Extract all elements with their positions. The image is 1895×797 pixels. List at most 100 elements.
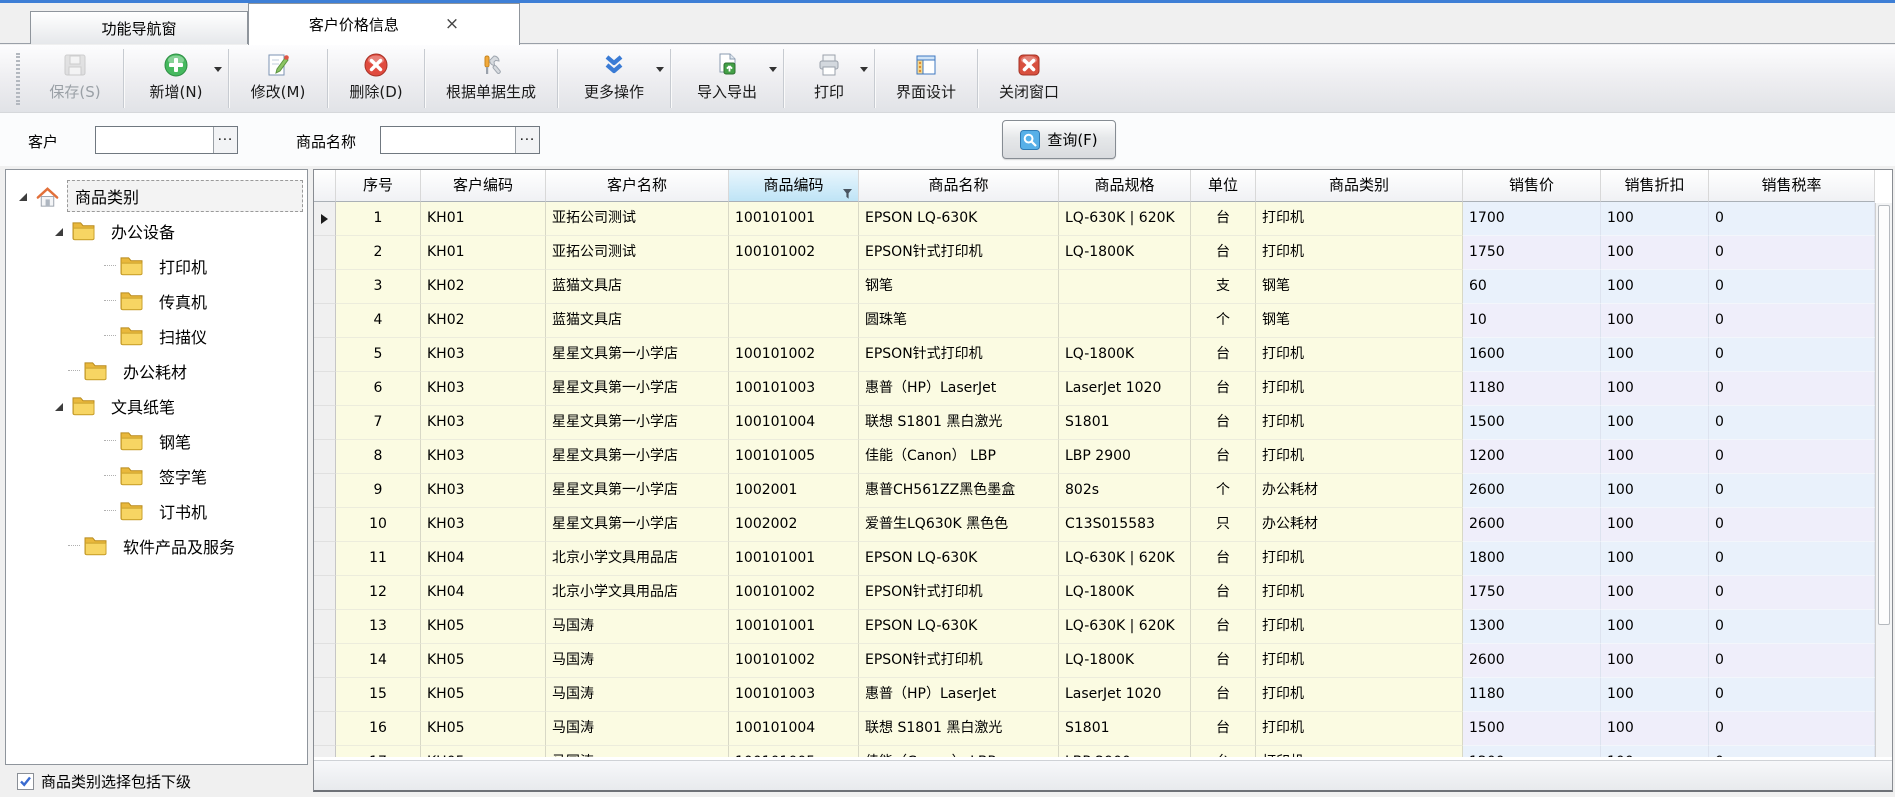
cell-销售价[interactable]: 1750 [1463, 236, 1601, 270]
cell-商品规格[interactable]: S1801 [1059, 712, 1191, 746]
cell-商品类别[interactable]: 打印机 [1256, 576, 1463, 610]
cell-商品名称[interactable]: 钢笔 [859, 270, 1059, 304]
column-header-销售价[interactable]: 销售价 [1463, 170, 1601, 202]
column-header-客户名称[interactable]: 客户名称 [546, 170, 729, 202]
cell-商品类别[interactable]: 打印机 [1256, 338, 1463, 372]
cell-客户编码[interactable]: KH02 [421, 270, 546, 304]
cell-客户名称[interactable]: 北京小学文具用品店 [546, 576, 729, 610]
cell-单位[interactable]: 台 [1191, 576, 1256, 610]
cell-销售价[interactable]: 1300 [1463, 610, 1601, 644]
row-selector-cell[interactable] [314, 644, 336, 678]
row-selector-cell[interactable] [314, 304, 336, 338]
cell-单位[interactable]: 支 [1191, 270, 1256, 304]
cell-单位[interactable]: 台 [1191, 542, 1256, 576]
cell-销售价[interactable]: 1500 [1463, 712, 1601, 746]
table-row[interactable]: 3KH02蓝猫文具店钢笔支钢笔601000 [314, 270, 1875, 304]
cell-单位[interactable]: 台 [1191, 406, 1256, 440]
cell-客户编码[interactable]: KH05 [421, 610, 546, 644]
table-row[interactable]: 5KH03星星文具第一小学店100101002EPSON针式打印机LQ-1800… [314, 338, 1875, 372]
cell-客户名称[interactable]: 马国涛 [546, 746, 729, 757]
cell-客户名称[interactable]: 星星文具第一小学店 [546, 440, 729, 474]
cell-商品编码[interactable]: 100101004 [729, 406, 859, 440]
cell-客户编码[interactable]: KH04 [421, 542, 546, 576]
cell-商品编码[interactable]: 100101002 [729, 338, 859, 372]
cell-销售价[interactable]: 2600 [1463, 474, 1601, 508]
cell-商品规格[interactable]: LBP 2900 [1059, 746, 1191, 757]
cell-销售价[interactable]: 1600 [1463, 338, 1601, 372]
cell-商品名称[interactable]: 联想 S1801 黑白激光 [859, 712, 1059, 746]
vertical-scrollbar[interactable] [1875, 203, 1892, 757]
product-name-input[interactable] [381, 127, 515, 153]
cell-销售折扣[interactable]: 100 [1601, 474, 1709, 508]
cell-单位[interactable]: 台 [1191, 338, 1256, 372]
cell-客户编码[interactable]: KH05 [421, 712, 546, 746]
cell-商品编码[interactable]: 1002001 [729, 474, 859, 508]
cell-商品规格[interactable]: C13S015583 [1059, 508, 1191, 542]
table-row[interactable]: 12KH04北京小学文具用品店100101002EPSON针式打印机LQ-180… [314, 576, 1875, 610]
chevron-down-icon[interactable] [656, 67, 664, 72]
tree-item-钢笔[interactable]: 钢笔 [86, 423, 307, 458]
cell-销售税率[interactable]: 0 [1709, 508, 1875, 542]
row-selector-cell[interactable] [314, 440, 336, 474]
row-selector-cell[interactable] [314, 202, 336, 236]
cell-序号[interactable]: 4 [336, 304, 421, 338]
tree-item-订书机[interactable]: 订书机 [86, 493, 307, 528]
filter-funnel-icon[interactable] [842, 180, 853, 202]
cell-销售折扣[interactable]: 100 [1601, 372, 1709, 406]
cell-客户名称[interactable]: 蓝猫文具店 [546, 270, 729, 304]
customer-ellipsis-button[interactable]: ... [213, 127, 237, 153]
cell-客户名称[interactable]: 蓝猫文具店 [546, 304, 729, 338]
row-selector-cell[interactable] [314, 236, 336, 270]
cell-序号[interactable]: 6 [336, 372, 421, 406]
table-row[interactable]: 15KH05马国涛100101003惠普（HP）LaserJetLaserJet… [314, 678, 1875, 712]
cell-商品类别[interactable]: 打印机 [1256, 236, 1463, 270]
column-header-单位[interactable]: 单位 [1191, 170, 1256, 202]
cell-商品编码[interactable]: 100101005 [729, 746, 859, 757]
cell-客户编码[interactable]: KH05 [421, 746, 546, 757]
toolbar-button-generate-from-doc[interactable]: 根据单据生成 [426, 45, 556, 112]
column-header-商品类别[interactable]: 商品类别 [1256, 170, 1463, 202]
tab-customer-price-info[interactable]: 客户价格信息 × [248, 3, 520, 45]
column-header-商品编码[interactable]: 商品编码 [729, 170, 859, 202]
table-row[interactable]: 14KH05马国涛100101002EPSON针式打印机LQ-1800K台打印机… [314, 644, 1875, 678]
cell-商品名称[interactable]: 爱普生LQ630K 黑色色 [859, 508, 1059, 542]
cell-商品规格[interactable]: LaserJet 1020 [1059, 678, 1191, 712]
cell-销售税率[interactable]: 0 [1709, 678, 1875, 712]
toolbar-button-import-export[interactable]: 导入导出 [672, 45, 782, 112]
scrollbar-thumb[interactable] [1878, 205, 1890, 625]
cell-商品类别[interactable]: 打印机 [1256, 746, 1463, 757]
cell-销售税率[interactable]: 0 [1709, 542, 1875, 576]
cell-客户名称[interactable]: 马国涛 [546, 678, 729, 712]
column-header-销售折扣[interactable]: 销售折扣 [1601, 170, 1709, 202]
cell-客户名称[interactable]: 亚拓公司测试 [546, 202, 729, 236]
cell-销售税率[interactable]: 0 [1709, 236, 1875, 270]
cell-客户编码[interactable]: KH03 [421, 508, 546, 542]
cell-商品名称[interactable]: 联想 S1801 黑白激光 [859, 406, 1059, 440]
cell-商品规格[interactable]: LQ-1800K [1059, 644, 1191, 678]
cell-销售价[interactable]: 1750 [1463, 576, 1601, 610]
table-row[interactable]: 1KH01亚拓公司测试100101001EPSON LQ-630KLQ-630K… [314, 202, 1875, 236]
cell-单位[interactable]: 个 [1191, 304, 1256, 338]
cell-商品规格[interactable]: LQ-630K | 620K [1059, 610, 1191, 644]
cell-销售折扣[interactable]: 100 [1601, 270, 1709, 304]
row-selector-cell[interactable] [314, 542, 336, 576]
toolbar-button-edit[interactable]: 修改(M) [230, 45, 326, 112]
cell-销售价[interactable]: 2600 [1463, 644, 1601, 678]
cell-商品规格[interactable] [1059, 270, 1191, 304]
cell-销售价[interactable]: 2600 [1463, 508, 1601, 542]
cell-客户名称[interactable]: 马国涛 [546, 644, 729, 678]
cell-序号[interactable]: 16 [336, 712, 421, 746]
column-header-序号[interactable]: 序号 [336, 170, 421, 202]
cell-单位[interactable]: 台 [1191, 440, 1256, 474]
cell-商品类别[interactable]: 打印机 [1256, 678, 1463, 712]
cell-商品编码[interactable]: 1002002 [729, 508, 859, 542]
cell-序号[interactable]: 10 [336, 508, 421, 542]
cell-商品规格[interactable]: LaserJet 1020 [1059, 372, 1191, 406]
tree-item-扫描仪[interactable]: 扫描仪 [86, 318, 307, 353]
cell-客户编码[interactable]: KH03 [421, 338, 546, 372]
cell-客户编码[interactable]: KH05 [421, 644, 546, 678]
cell-商品规格[interactable]: S1801 [1059, 406, 1191, 440]
cell-商品名称[interactable]: EPSON针式打印机 [859, 576, 1059, 610]
cell-商品类别[interactable]: 钢笔 [1256, 270, 1463, 304]
cell-销售价[interactable]: 10 [1463, 304, 1601, 338]
